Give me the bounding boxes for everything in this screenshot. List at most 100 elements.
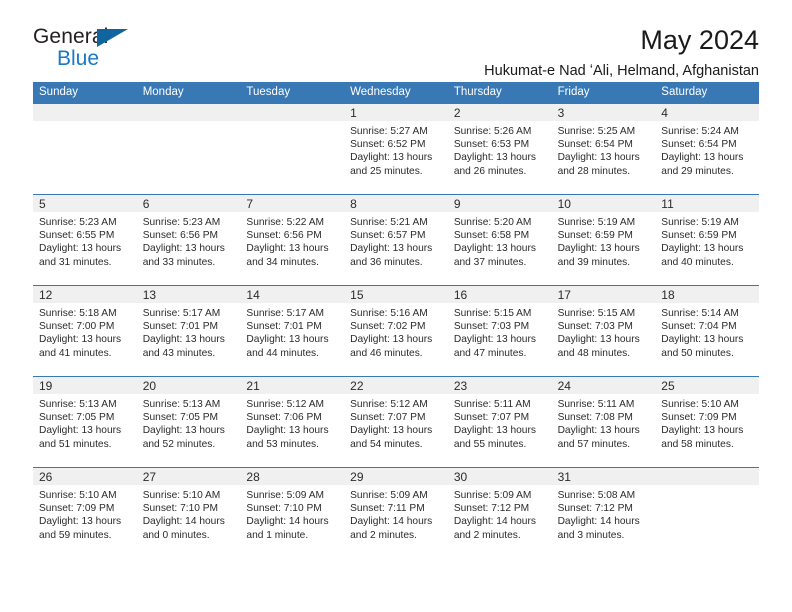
- day-cell[interactable]: 24 Sunrise: 5:11 AM Sunset: 7:08 PM Dayligh…: [551, 377, 656, 467]
- day-cell[interactable]: 12 Sunrise: 5:18 AM Sunset: 7:00 PM Dayligh…: [33, 286, 137, 376]
- sunset-time: Sunset: 6:54 PM: [557, 139, 633, 151]
- day-cell[interactable]: 26 Sunrise: 5:10 AM Sunset: 7:09 PM Dayligh…: [33, 468, 137, 558]
- sunrise-time: Sunrise: 5:23 AM: [39, 217, 117, 228]
- day-cell[interactable]: 14 Sunrise: 5:17 AM Sunset: 7:01 PM Dayligh…: [240, 286, 345, 376]
- logo-text-blue: Blue: [57, 47, 100, 70]
- day-details: Sunrise: 5:19 AM Sunset: 6:59 PM Daylight:…: [655, 212, 759, 269]
- day-cell-empty: [655, 468, 759, 558]
- daylight-duration-line2: and 51 minutes.: [39, 438, 112, 450]
- day-cell[interactable]: 16 Sunrise: 5:15 AM Sunset: 7:03 PM Dayligh…: [447, 286, 552, 376]
- calendar-week-row: 19 Sunrise: 5:13 AM Sunset: 7:05 PM Dayligh…: [33, 376, 759, 467]
- day-cell[interactable]: 2 Sunrise: 5:26 AM Sunset: 6:53 PM Daylight…: [447, 104, 552, 194]
- daylight-duration-line1: Daylight: 13 hours: [246, 243, 329, 255]
- day-cell[interactable]: 5 Sunrise: 5:23 AM Sunset: 6:55 PM Daylight…: [33, 195, 137, 285]
- day-number: 27: [142, 470, 157, 484]
- sunset-time: Sunset: 6:53 PM: [453, 139, 530, 151]
- day-number-band: 12: [33, 286, 137, 303]
- day-number-band: 28: [240, 468, 345, 485]
- day-cell[interactable]: 22 Sunrise: 5:12 AM Sunset: 7:07 PM Dayligh…: [344, 377, 448, 467]
- day-number: 12: [39, 288, 53, 302]
- day-number: 26: [39, 470, 53, 484]
- day-cell[interactable]: 8 Sunrise: 5:21 AM Sunset: 6:57 PM Daylight…: [344, 195, 448, 285]
- day-number-band: 22: [344, 377, 448, 394]
- daylight-duration-line2: and 44 minutes.: [246, 347, 319, 359]
- day-details: Sunrise: 5:27 AM Sunset: 6:52 PM Daylight:…: [344, 121, 448, 178]
- day-details: Sunrise: 5:10 AM Sunset: 7:09 PM Daylight:…: [655, 394, 759, 451]
- sunrise-time: Sunrise: 5:13 AM: [39, 399, 117, 410]
- day-cell[interactable]: 21 Sunrise: 5:12 AM Sunset: 7:06 PM Dayligh…: [240, 377, 345, 467]
- day-number: 18: [661, 288, 675, 302]
- daylight-duration-line2: and 58 minutes.: [661, 438, 734, 450]
- daylight-duration-line1: Daylight: 13 hours: [557, 243, 640, 255]
- day-number-band: 10: [551, 195, 656, 212]
- day-details: Sunrise: 5:24 AM Sunset: 6:54 PM Daylight:…: [655, 121, 759, 178]
- title-block: May 2024 Hukumat-e Nad ʻAli, Helmand, Af…: [484, 26, 759, 80]
- day-cell[interactable]: 11 Sunrise: 5:19 AM Sunset: 6:59 PM Dayligh…: [655, 195, 759, 285]
- day-cell[interactable]: 17 Sunrise: 5:15 AM Sunset: 7:03 PM Dayligh…: [551, 286, 656, 376]
- day-cell[interactable]: 10 Sunrise: 5:19 AM Sunset: 6:59 PM Dayligh…: [551, 195, 656, 285]
- day-number: 30: [453, 470, 468, 484]
- daylight-duration-line1: Daylight: 13 hours: [142, 425, 225, 437]
- sunset-time: Sunset: 6:54 PM: [661, 139, 737, 151]
- day-cell[interactable]: 1 Sunrise: 5:27 AM Sunset: 6:52 PM Daylight…: [344, 104, 448, 194]
- day-cell[interactable]: 20 Sunrise: 5:13 AM Sunset: 7:05 PM Dayligh…: [136, 377, 241, 467]
- day-number: 21: [246, 379, 260, 393]
- day-cell[interactable]: 19 Sunrise: 5:13 AM Sunset: 7:05 PM Dayligh…: [33, 377, 137, 467]
- sunrise-time: Sunrise: 5:10 AM: [39, 490, 117, 501]
- day-cell[interactable]: 4 Sunrise: 5:24 AM Sunset: 6:54 PM Daylight…: [655, 104, 759, 194]
- day-number-band: [240, 104, 345, 121]
- day-number-band: [33, 104, 137, 121]
- day-cell[interactable]: 31 Sunrise: 5:08 AM Sunset: 7:12 PM Dayligh…: [551, 468, 656, 558]
- day-number: 19: [39, 379, 53, 393]
- daylight-duration-line2: and 25 minutes.: [350, 165, 423, 177]
- calendar-week-row: 5 Sunrise: 5:23 AM Sunset: 6:55 PM Daylight…: [33, 194, 759, 285]
- day-details: Sunrise: 5:10 AM Sunset: 7:10 PM Daylight:…: [137, 485, 241, 542]
- sunrise-time: Sunrise: 5:17 AM: [246, 308, 325, 319]
- weekday-header-tuesday: Tuesday: [246, 86, 291, 98]
- day-cell[interactable]: 7 Sunrise: 5:22 AM Sunset: 6:56 PM Daylight…: [240, 195, 345, 285]
- sunrise-time: Sunrise: 5:16 AM: [350, 308, 428, 319]
- sunset-time: Sunset: 6:52 PM: [350, 139, 426, 151]
- sunrise-time: Sunrise: 5:10 AM: [142, 490, 221, 501]
- day-cell[interactable]: 9 Sunrise: 5:20 AM Sunset: 6:58 PM Daylight…: [447, 195, 552, 285]
- daylight-duration-line2: and 55 minutes.: [453, 438, 527, 450]
- day-cell[interactable]: 3 Sunrise: 5:25 AM Sunset: 6:54 PM Daylight…: [551, 104, 656, 194]
- sunrise-time: Sunrise: 5:10 AM: [661, 399, 739, 410]
- day-cell[interactable]: 28 Sunrise: 5:09 AM Sunset: 7:10 PM Dayligh…: [240, 468, 345, 558]
- daylight-duration-line2: and 48 minutes.: [557, 347, 631, 359]
- sunrise-time: Sunrise: 5:14 AM: [661, 308, 739, 319]
- daylight-duration-line1: Daylight: 14 hours: [246, 516, 329, 528]
- daylight-duration-line1: Daylight: 13 hours: [453, 152, 536, 164]
- day-cell[interactable]: 30 Sunrise: 5:09 AM Sunset: 7:12 PM Dayligh…: [447, 468, 552, 558]
- daylight-duration-line1: Daylight: 13 hours: [246, 334, 329, 346]
- daylight-duration-line1: Daylight: 13 hours: [142, 243, 225, 255]
- day-number-band: 2: [447, 104, 552, 121]
- sunset-time: Sunset: 7:03 PM: [453, 321, 530, 333]
- day-number: 5: [39, 197, 46, 211]
- day-cell[interactable]: 15 Sunrise: 5:16 AM Sunset: 7:02 PM Dayligh…: [344, 286, 448, 376]
- general-blue-logo[interactable]: General Blue: [33, 26, 153, 72]
- sunrise-time: Sunrise: 5:12 AM: [350, 399, 428, 410]
- day-cell[interactable]: 29 Sunrise: 5:09 AM Sunset: 7:11 PM Dayligh…: [344, 468, 448, 558]
- day-number-band: 23: [447, 377, 552, 394]
- day-cell[interactable]: 13 Sunrise: 5:17 AM Sunset: 7:01 PM Dayligh…: [136, 286, 241, 376]
- day-cell[interactable]: 27 Sunrise: 5:10 AM Sunset: 7:10 PM Dayligh…: [136, 468, 241, 558]
- sunrise-time: Sunrise: 5:11 AM: [557, 399, 635, 410]
- sunset-time: Sunset: 7:09 PM: [661, 412, 737, 424]
- daylight-duration-line2: and 57 minutes.: [557, 438, 631, 450]
- day-details: Sunrise: 5:10 AM Sunset: 7:09 PM Daylight:…: [33, 485, 137, 542]
- day-number: 10: [557, 197, 571, 211]
- day-cell[interactable]: 6 Sunrise: 5:23 AM Sunset: 6:56 PM Daylight…: [136, 195, 241, 285]
- day-cell[interactable]: 23 Sunrise: 5:11 AM Sunset: 7:07 PM Dayligh…: [447, 377, 552, 467]
- daylight-duration-line2: and 39 minutes.: [557, 256, 631, 268]
- sunrise-time: Sunrise: 5:20 AM: [453, 217, 532, 228]
- day-cell[interactable]: 18 Sunrise: 5:14 AM Sunset: 7:04 PM Dayligh…: [655, 286, 759, 376]
- day-details: Sunrise: 5:12 AM Sunset: 7:06 PM Daylight:…: [240, 394, 344, 451]
- day-number: 31: [557, 470, 571, 484]
- weekday-header-saturday: Saturday: [661, 86, 708, 98]
- logo-text-general: General: [33, 25, 109, 48]
- daylight-duration-line2: and 54 minutes.: [350, 438, 423, 450]
- day-number: 23: [453, 379, 468, 393]
- day-cell[interactable]: 25 Sunrise: 5:10 AM Sunset: 7:09 PM Dayligh…: [655, 377, 759, 467]
- daylight-duration-line1: Daylight: 13 hours: [557, 425, 640, 437]
